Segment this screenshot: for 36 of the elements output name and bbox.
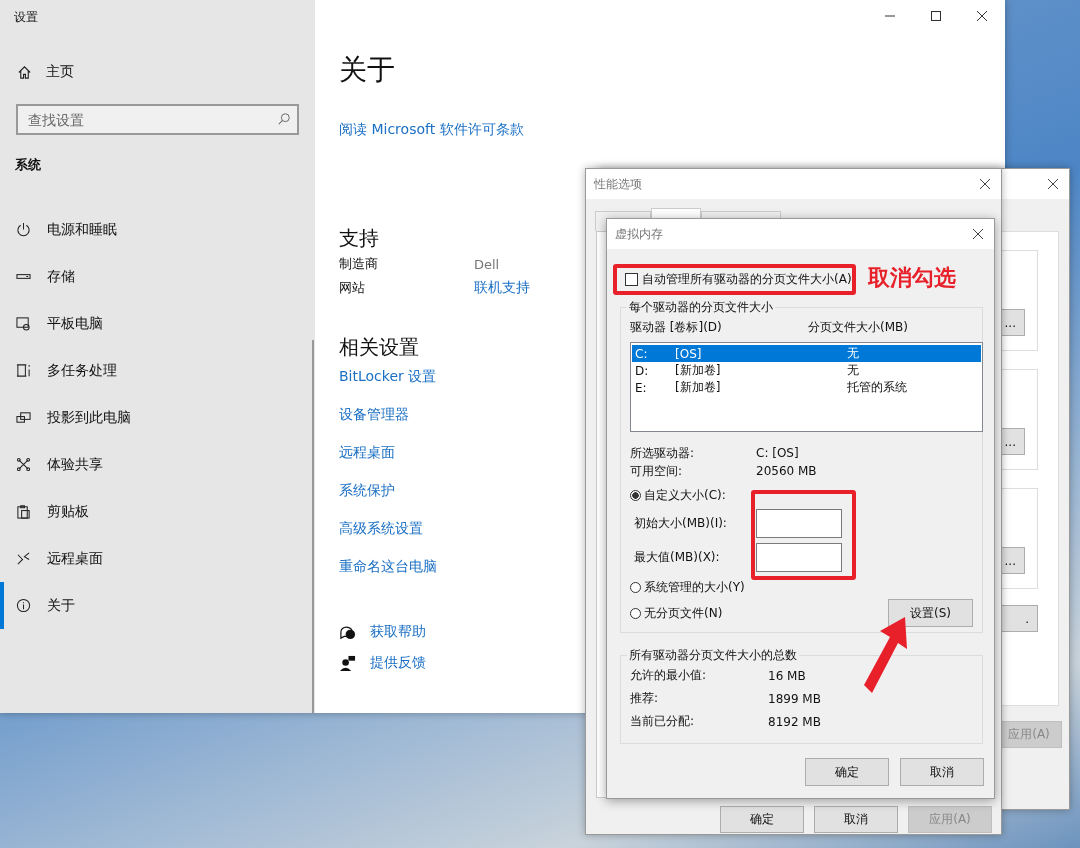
column-header: 分页文件大小(MB) (808, 318, 908, 336)
field-label: 所选驱动器: (630, 444, 696, 462)
table-cell-text: [新加卷] (675, 379, 722, 396)
table-cell: 无 (847, 345, 859, 362)
page-title: 关于 (339, 52, 395, 88)
table-cell-text: E: (634, 380, 648, 395)
table-cell-text: [OS] (675, 346, 703, 361)
field-label: 初始大小(MB)(I): (634, 514, 728, 532)
dialog-title: 虚拟内存 (615, 225, 663, 243)
section-heading: 支持 (339, 225, 379, 252)
field-value: 1899 MB (768, 691, 821, 706)
column-header: 驱动器 [卷标](D) (630, 318, 723, 336)
field-value: 20560 MB (756, 464, 817, 478)
field-label: 最大值(MB)(X): (634, 548, 721, 566)
field-label: 可用空间: (630, 462, 684, 480)
field-value: C: [OS] (756, 446, 799, 460)
field-value: Dell (474, 256, 500, 272)
table-cell-text: C: (634, 346, 649, 361)
window-title: 设置 (13, 9, 39, 26)
table-cell-text: D: (634, 363, 650, 378)
group-title: 所有驱动器分页文件大小的总数 (628, 647, 798, 664)
field-label: 允许的最小值: (630, 667, 708, 684)
section-heading: 系统 (15, 156, 41, 174)
field-label: 制造商 (339, 255, 379, 273)
field-label: 网站 (339, 279, 366, 297)
field-label: 当前已分配: (630, 713, 696, 730)
annotation-text: 取消勾选 (868, 264, 956, 292)
table-cell: 无 (847, 362, 859, 379)
table-cell: 托管的系统 (847, 379, 907, 396)
field-label: 推荐: (630, 690, 660, 707)
table-cell-text: [新加卷] (675, 362, 722, 379)
field-value: 16 MB (768, 668, 806, 683)
field-value: 8192 MB (768, 714, 821, 729)
section-heading: 相关设置 (339, 334, 419, 361)
group-title: 每个驱动器的分页文件大小 (628, 299, 774, 316)
dialog-title: 性能选项 (594, 175, 642, 193)
